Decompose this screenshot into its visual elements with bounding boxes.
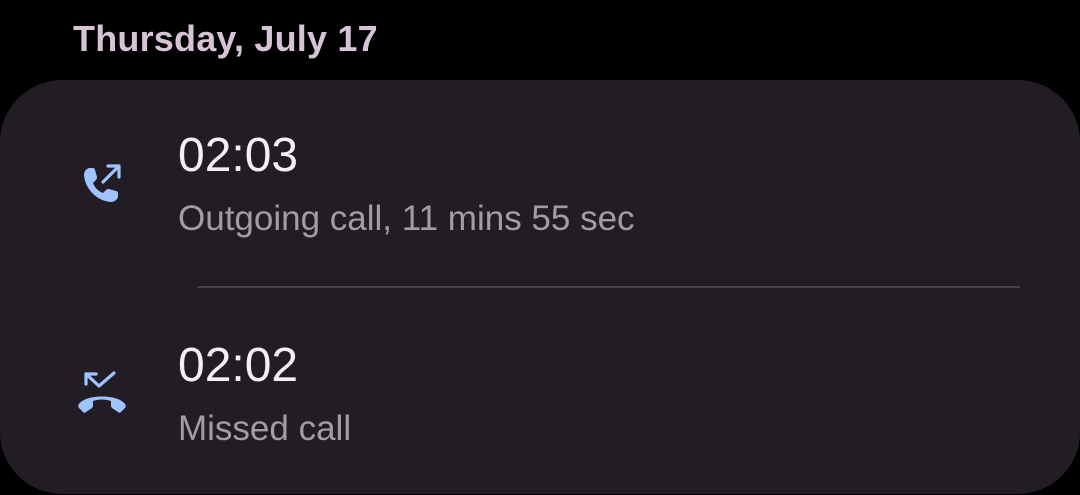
date-header: Thursday, July 17 xyxy=(73,18,378,59)
call-detail: Missed call xyxy=(178,409,352,448)
call-history-card: 02:03 Outgoing call, 11 mins 55 sec 02:0… xyxy=(0,80,1080,494)
call-log-item[interactable]: 02:02 Missed call xyxy=(0,288,1080,488)
call-log-item[interactable]: 02:03 Outgoing call, 11 mins 55 sec xyxy=(0,80,1080,280)
missed-call-icon xyxy=(78,371,126,413)
outgoing-call-icon xyxy=(84,164,121,202)
call-time: 02:03 xyxy=(178,129,299,182)
call-time: 02:02 xyxy=(178,339,299,392)
call-detail: Outgoing call, 11 mins 55 sec xyxy=(178,199,635,238)
